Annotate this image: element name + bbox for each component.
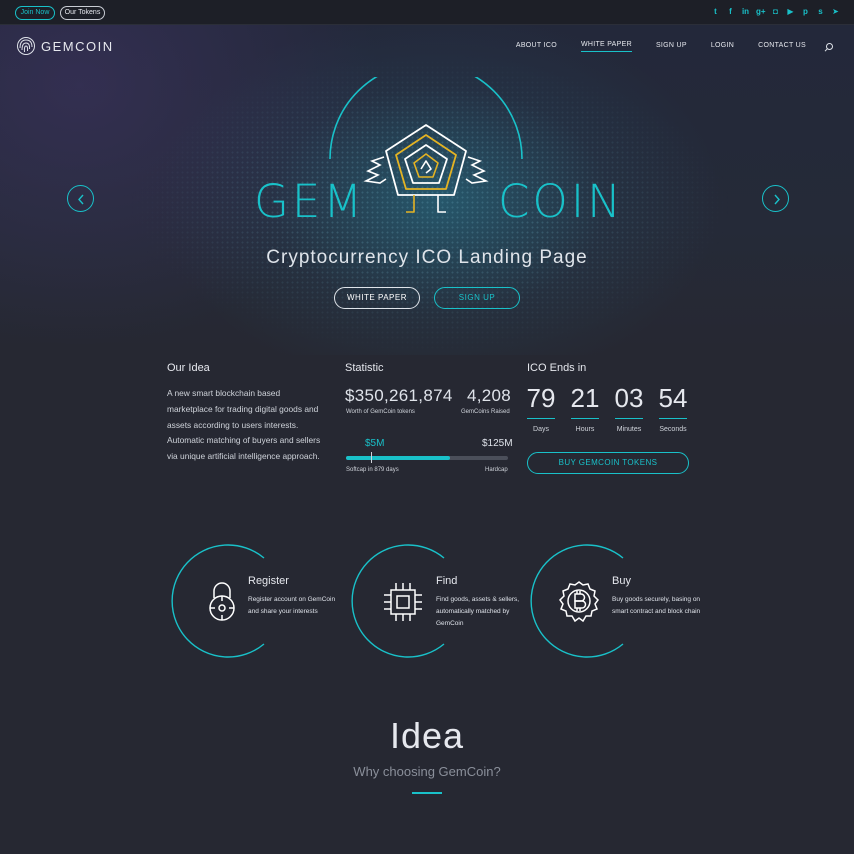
countdown-hours: 21 [570, 383, 600, 413]
slider-next-arrow[interactable] [762, 185, 789, 212]
progress-bar-fill [346, 456, 450, 460]
section-subheading: Why choosing GemCoin? [353, 764, 501, 779]
youtube-icon[interactable]: ▶ [786, 7, 795, 17]
buy-title: Buy [612, 575, 631, 587]
hero-section: GEMCOIN ABOUT ICO WHITE PAPER SIGN UP LO… [0, 25, 854, 355]
bitcoin-icon [559, 581, 599, 623]
find-text: Find goods, assets & sellers, automatica… [436, 596, 520, 627]
countdown-seconds: 54 [658, 383, 688, 413]
minutes-underline [615, 418, 643, 419]
countdown-minutes: 03 [614, 383, 644, 413]
nav-sign-up[interactable]: SIGN UP [656, 42, 687, 52]
chevron-right-icon [774, 194, 780, 205]
join-now-button[interactable]: Join Now [15, 6, 55, 20]
logo[interactable]: GEMCOIN [16, 36, 114, 56]
register-title: Register [248, 575, 289, 587]
social-links: t f in g+ ◘ ▶ p s ➤ [711, 7, 840, 19]
sign-up-button[interactable]: SIGN UP [434, 287, 520, 309]
googleplus-icon[interactable]: g+ [756, 7, 766, 17]
white-paper-button[interactable]: WHITE PAPER [334, 287, 420, 309]
hours-underline [571, 418, 599, 419]
raised-label: GemCoins Raised [461, 409, 510, 415]
instagram-icon[interactable]: ◘ [771, 7, 780, 17]
buy-text: Buy goods securely, basing on smart cont… [612, 596, 701, 615]
statistic-title: Statistic [345, 362, 384, 374]
skype-icon[interactable]: s [816, 7, 825, 17]
section-divider [412, 792, 442, 794]
hours-label: Hours [575, 426, 595, 433]
slider-prev-arrow[interactable] [67, 185, 94, 212]
lock-icon [209, 582, 235, 621]
nav-white-paper[interactable]: WHITE PAPER [580, 41, 632, 52]
countdown-days: 79 [526, 383, 556, 413]
hardcap-label: Hardcap [485, 467, 508, 473]
register-text: Register account on GemCoin and share yo… [248, 596, 336, 615]
our-idea-text: A new smart blockchain based marketplace… [167, 388, 321, 462]
nav-about-ico[interactable]: ABOUT ICO [516, 42, 557, 52]
hero-word-coin: COIN [498, 175, 624, 228]
nav-contact-us[interactable]: CONTACT US [758, 42, 806, 52]
fingerprint-logo-icon [17, 37, 35, 55]
hero-word-gem: GEM [254, 175, 366, 228]
telegram-icon[interactable]: ➤ [831, 7, 840, 17]
days-underline [527, 418, 555, 419]
minutes-label: Minutes [616, 426, 642, 433]
buy-tokens-button[interactable]: BUY GEMCOIN TOKENS [527, 452, 689, 474]
chip-icon [384, 583, 422, 621]
our-tokens-button[interactable]: Our Tokens [60, 6, 105, 20]
hardcap-value: $125M [482, 438, 513, 449]
softcap-label: Softcap in 879 days [346, 467, 399, 473]
our-idea-title: Our Idea [167, 362, 210, 374]
nav-login[interactable]: LOGIN [711, 42, 734, 52]
top-bar: Join Now Our Tokens t f in g+ ◘ ▶ p s ➤ [0, 0, 854, 25]
ico-title: ICO Ends in [527, 362, 587, 374]
seconds-label: Seconds [659, 426, 687, 433]
hero-subtitle: Cryptocurrency ICO Landing Page [266, 247, 588, 268]
worth-label: Worth of GemCoin tokens [346, 409, 415, 415]
pinterest-icon[interactable]: p [801, 7, 810, 17]
seconds-underline [659, 418, 687, 419]
section-heading: Idea [389, 715, 465, 756]
softcap-marker [371, 452, 372, 463]
main-nav: ABOUT ICO WHITE PAPER SIGN UP LOGIN CONT… [492, 41, 834, 52]
twitter-icon[interactable]: t [711, 7, 720, 17]
raised-value: 4,208 [467, 386, 512, 405]
logo-text: GEMCOIN [41, 38, 114, 54]
days-label: Days [533, 426, 549, 433]
find-title: Find [436, 575, 458, 587]
facebook-icon[interactable]: f [726, 7, 735, 17]
search-icon[interactable] [824, 42, 834, 52]
linkedin-icon[interactable]: in [741, 7, 750, 17]
chevron-left-icon [78, 194, 84, 205]
worth-value: $350,261,874 [345, 386, 453, 405]
softcap-value: $5M [365, 438, 385, 449]
